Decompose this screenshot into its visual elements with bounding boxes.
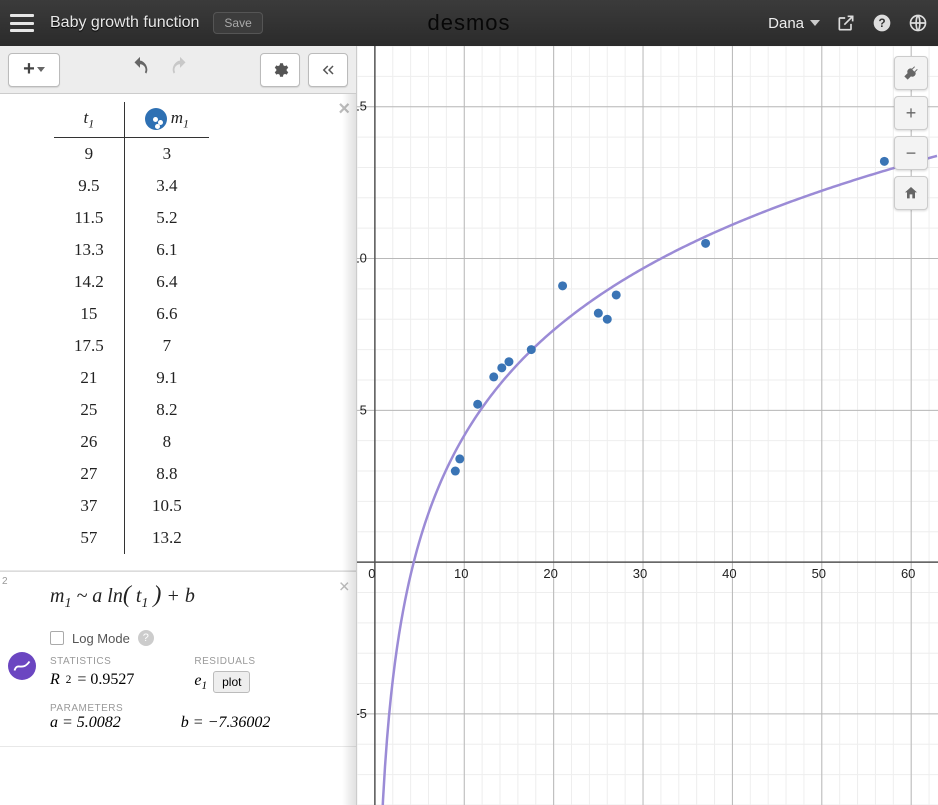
svg-text:60: 60 (901, 566, 915, 581)
panel-settings-button[interactable] (260, 53, 300, 87)
table-row[interactable]: 9.53.4 (54, 170, 209, 202)
table-cell[interactable]: 3.4 (124, 170, 209, 202)
panel-toolbar: + (0, 46, 356, 94)
table-cell[interactable]: 10.5 (124, 490, 209, 522)
plot-residuals-button[interactable]: plot (213, 671, 250, 693)
expression-table-item[interactable]: × t1 m1 939.53.411.55.213.36.114.26.4156… (0, 94, 356, 571)
help-icon[interactable]: ? (872, 13, 892, 33)
help-icon[interactable]: ? (138, 630, 154, 646)
table-cell[interactable]: 9 (54, 138, 124, 171)
svg-text:10: 10 (454, 566, 468, 581)
table-cell[interactable]: 9.1 (124, 362, 209, 394)
log-mode-checkbox[interactable] (50, 631, 64, 645)
table-row[interactable]: 219.1 (54, 362, 209, 394)
svg-text:20: 20 (543, 566, 557, 581)
add-expression-button[interactable]: + (8, 53, 60, 87)
table-column-header-m[interactable]: m1 (124, 102, 209, 138)
user-menu[interactable]: Dana (768, 15, 820, 32)
residuals-variable: e1 (194, 672, 207, 692)
app-header: Baby growth function Save desmos Dana ? (0, 0, 938, 46)
points-icon[interactable] (145, 108, 167, 130)
share-icon[interactable] (836, 13, 856, 33)
table-cell[interactable]: 6.4 (124, 266, 209, 298)
zoom-in-button[interactable]: + (894, 96, 928, 130)
redo-button[interactable] (169, 56, 191, 83)
delete-expression-icon[interactable]: × (339, 576, 350, 599)
table-cell[interactable]: 9.5 (54, 170, 124, 202)
table-cell[interactable]: 17.5 (54, 330, 124, 362)
table-row[interactable]: 14.26.4 (54, 266, 209, 298)
table-cell[interactable]: 8 (124, 426, 209, 458)
table-cell[interactable]: 27 (54, 458, 124, 490)
table-cell[interactable]: 5.2 (124, 202, 209, 234)
table-column-header-t[interactable]: t1 (54, 102, 124, 138)
param-a: a = 5.0082 (50, 714, 121, 732)
table-cell[interactable]: 3 (124, 138, 209, 171)
graph-settings-button[interactable] (894, 56, 928, 90)
svg-text:-5: -5 (357, 706, 367, 721)
table-cell[interactable]: 14.2 (54, 266, 124, 298)
table-row[interactable]: 11.55.2 (54, 202, 209, 234)
graph-title[interactable]: Baby growth function (50, 14, 199, 32)
table-cell[interactable]: 37 (54, 490, 124, 522)
svg-text:10: 10 (357, 251, 367, 266)
table-row[interactable]: 13.36.1 (54, 234, 209, 266)
caret-down-icon (810, 20, 820, 26)
table-cell[interactable]: 57 (54, 522, 124, 554)
table-cell[interactable]: 11.5 (54, 202, 124, 234)
regression-formula[interactable]: m1 ~ a ln( t1 ) + b (50, 582, 342, 612)
table-cell[interactable]: 7 (124, 330, 209, 362)
plus-icon: + (23, 58, 35, 81)
table-cell[interactable]: 21 (54, 362, 124, 394)
table-cell[interactable]: 8.8 (124, 458, 209, 490)
table-cell[interactable]: 25 (54, 394, 124, 426)
svg-text:50: 50 (812, 566, 826, 581)
plot-svg: 0 10 20 30 40 50 60 -5 5 10 15 (357, 46, 938, 805)
language-icon[interactable] (908, 13, 928, 33)
table-cell[interactable]: 8.2 (124, 394, 209, 426)
table-row[interactable]: 5713.2 (54, 522, 209, 554)
caret-down-icon (37, 67, 45, 72)
table-cell[interactable]: 6.6 (124, 298, 209, 330)
collapse-panel-button[interactable] (308, 53, 348, 87)
param-b: b = −7.36002 (181, 714, 271, 732)
svg-text:0: 0 (368, 566, 375, 581)
svg-text:15: 15 (357, 99, 367, 114)
expression-regression-item[interactable]: 2 × m1 ~ a ln( t1 ) + b Log Mode ? STATI… (0, 571, 356, 747)
expression-panel: + × t1 m1 (0, 46, 357, 805)
svg-text:30: 30 (633, 566, 647, 581)
statistics-heading: STATISTICS (50, 656, 134, 667)
svg-text:?: ? (878, 17, 885, 30)
table-row[interactable]: 17.57 (54, 330, 209, 362)
table-cell[interactable]: 6.1 (124, 234, 209, 266)
table-cell[interactable]: 13.3 (54, 234, 124, 266)
table-row[interactable]: 93 (54, 138, 209, 171)
table-cell[interactable]: 13.2 (124, 522, 209, 554)
log-mode-label: Log Mode (72, 631, 130, 646)
home-zoom-button[interactable] (894, 176, 928, 210)
table-row[interactable]: 156.6 (54, 298, 209, 330)
zoom-out-button[interactable]: − (894, 136, 928, 170)
table-cell[interactable]: 26 (54, 426, 124, 458)
r-squared-value: R2 = 0.9527 (50, 671, 134, 689)
data-table[interactable]: t1 m1 939.53.411.55.213.36.114.26.4156.6… (54, 102, 209, 554)
table-row[interactable]: 278.8 (54, 458, 209, 490)
svg-text:5: 5 (360, 402, 367, 417)
menu-icon[interactable] (10, 14, 34, 32)
residuals-heading: RESIDUALS (194, 656, 255, 667)
save-button[interactable]: Save (213, 12, 262, 34)
regression-icon[interactable] (8, 652, 36, 680)
desmos-logo: desmos (427, 10, 510, 36)
delete-expression-icon[interactable]: × (338, 98, 350, 121)
table-row[interactable]: 258.2 (54, 394, 209, 426)
user-name: Dana (768, 15, 804, 32)
undo-button[interactable] (129, 56, 151, 83)
parameters-heading: PARAMETERS (50, 703, 342, 714)
table-row[interactable]: 3710.5 (54, 490, 209, 522)
expression-index: 2 (2, 576, 8, 587)
table-cell[interactable]: 15 (54, 298, 124, 330)
table-row[interactable]: 268 (54, 426, 209, 458)
graph-canvas[interactable]: + − 0 10 20 30 40 50 60 -5 5 10 15 (357, 46, 938, 805)
svg-text:40: 40 (722, 566, 736, 581)
